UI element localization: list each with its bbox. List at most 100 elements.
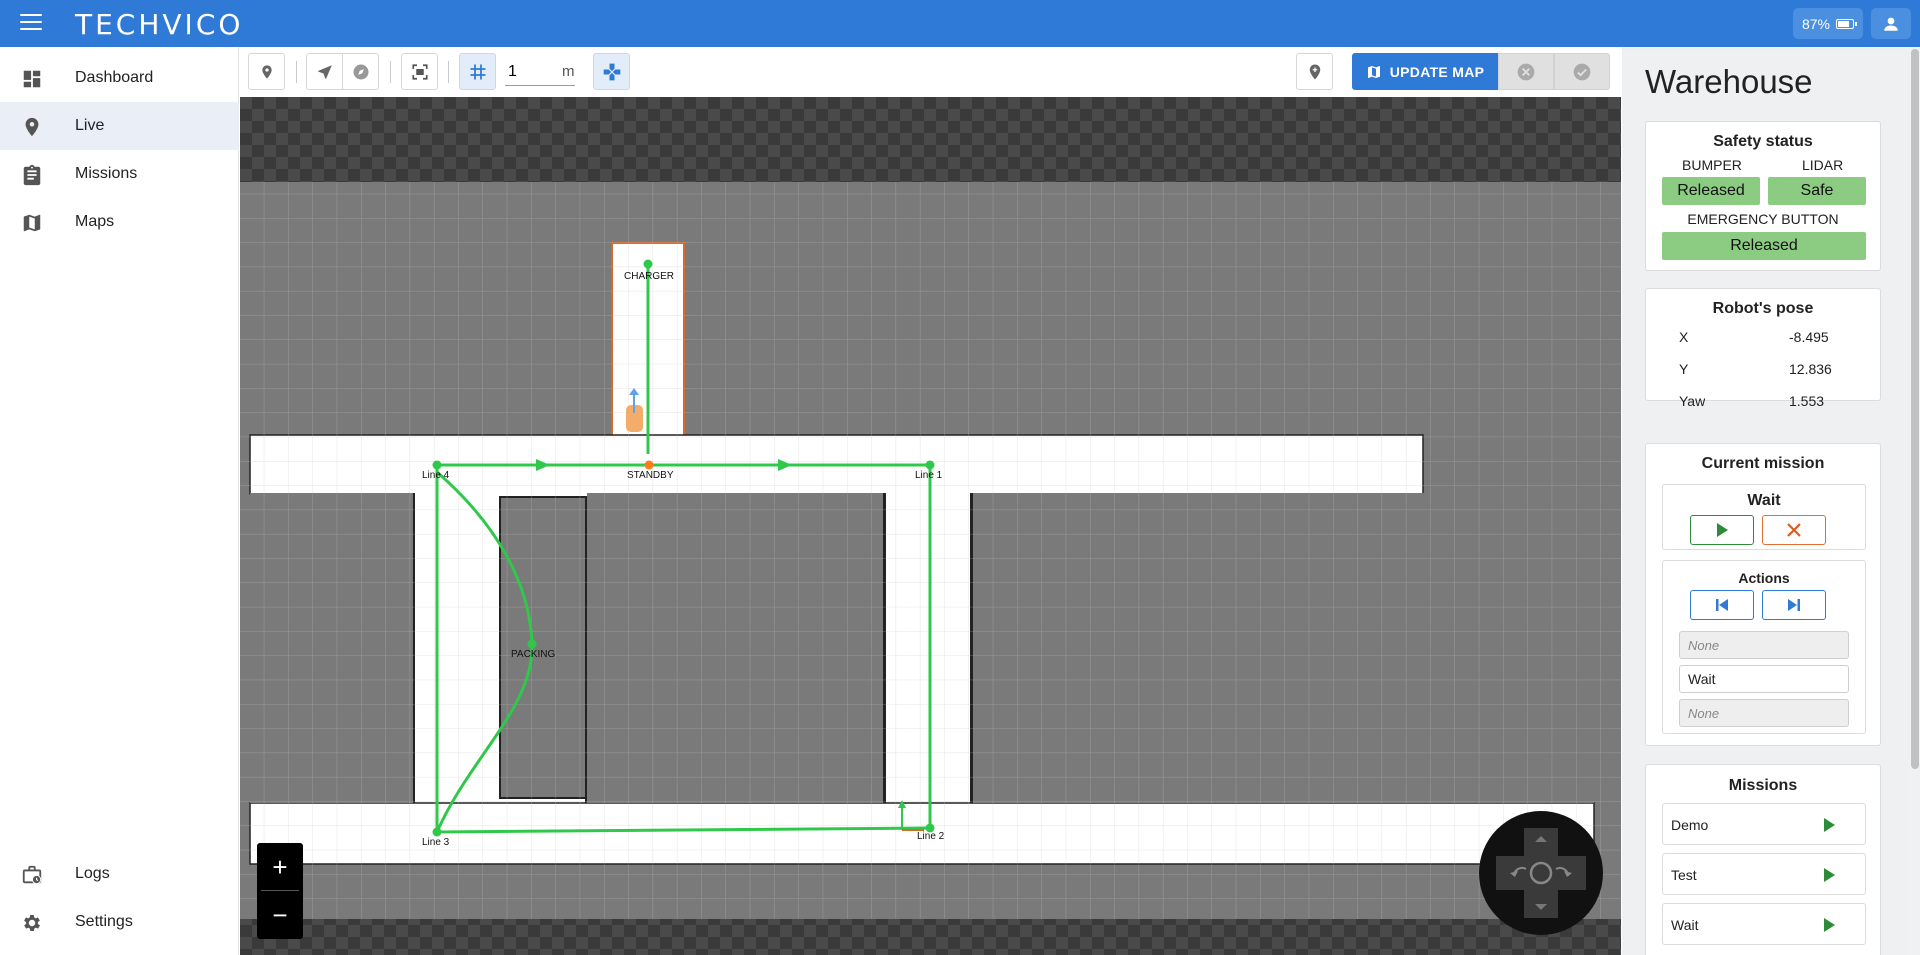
update-map-label: UPDATE MAP xyxy=(1389,63,1485,80)
current-action-field: Wait xyxy=(1679,665,1849,693)
cancel-map-update-button[interactable] xyxy=(1498,53,1554,90)
next-action-button[interactable] xyxy=(1762,590,1826,620)
battery-indicator: 87% xyxy=(1793,8,1863,39)
sidebar-item-logs[interactable]: Logs xyxy=(0,850,239,898)
page-title: Warehouse xyxy=(1645,63,1813,100)
close-icon xyxy=(1787,523,1801,537)
update-map-button[interactable]: UPDATE MAP xyxy=(1352,53,1498,90)
compass-icon xyxy=(353,64,368,79)
marker-label-line3: Line 3 xyxy=(422,837,450,848)
pose-yaw-value: 1.553 xyxy=(1789,393,1825,409)
add-location-icon xyxy=(1309,64,1320,79)
cancel-icon xyxy=(1517,63,1535,80)
grid-icon xyxy=(470,64,485,79)
fit-view-button[interactable] xyxy=(401,53,438,90)
run-mission-button[interactable] xyxy=(1824,868,1835,882)
sidebar-item-label: Logs xyxy=(75,865,110,882)
marker-label-line4: Line 4 xyxy=(422,470,450,481)
mission-item-wait[interactable]: Wait xyxy=(1662,903,1866,945)
pose-y-value: 12.836 xyxy=(1789,361,1832,377)
emergency-button-status-badge: Released xyxy=(1662,232,1866,260)
mission-name: Demo xyxy=(1671,817,1709,833)
sidebar-item-dashboard[interactable]: Dashboard xyxy=(0,54,239,102)
safety-status-card: Safety status BUMPER LIDAR Released Safe… xyxy=(1645,121,1881,271)
marker-label-standby: STANDBY xyxy=(627,470,674,481)
zoom-in-button[interactable]: + xyxy=(257,843,303,891)
resume-mission-button[interactable] xyxy=(1690,515,1754,545)
mission-item-demo[interactable]: Demo xyxy=(1662,803,1866,845)
grid-size-unit: m xyxy=(562,63,575,80)
battery-icon xyxy=(1836,18,1858,29)
marker-label-line2: Line 2 xyxy=(917,831,945,842)
compass-button[interactable] xyxy=(342,53,379,90)
robot-pose-heading: Robot's pose xyxy=(1712,300,1814,317)
previous-action-field: None xyxy=(1679,631,1849,659)
missions-heading: Missions xyxy=(1728,777,1798,794)
mission-item-test[interactable]: Test xyxy=(1662,853,1866,895)
joystick-control[interactable] xyxy=(1479,811,1603,935)
panel-scrollbar[interactable] xyxy=(1910,47,1920,955)
current-mission-card: Current mission Wait Actions None Wait N… xyxy=(1645,443,1881,746)
cancel-mission-button[interactable] xyxy=(1762,515,1826,545)
mission-name: Test xyxy=(1671,867,1697,883)
previous-action-button[interactable] xyxy=(1690,590,1754,620)
robot-pose-card: Robot's pose X -8.495 Y 12.836 Yaw 1.553 xyxy=(1645,288,1881,409)
missions-card: Missions Demo Test Wait xyxy=(1645,764,1881,955)
mission-name: Wait xyxy=(1671,917,1699,933)
marker-label-packing: PACKING xyxy=(511,649,555,660)
sidebar-item-settings[interactable]: Settings xyxy=(0,898,239,946)
sidebar-item-maps[interactable]: Maps xyxy=(0,198,239,246)
joystick-pad-icon xyxy=(1496,828,1586,918)
navigate-button[interactable] xyxy=(306,53,343,90)
run-mission-button[interactable] xyxy=(1824,818,1835,832)
emergency-button-label: EMERGENCY BUTTON xyxy=(1687,211,1839,227)
marker-label-line1: Line 1 xyxy=(915,470,943,481)
sidebar-item-missions[interactable]: Missions xyxy=(0,150,239,198)
clipboard-icon xyxy=(23,164,41,186)
fit-screen-icon xyxy=(411,63,428,80)
lidar-label: LIDAR xyxy=(1802,157,1844,173)
map-canvas[interactable]: CHARGER STANDBY Line 4 Line 1 PACKING Li… xyxy=(240,97,1621,955)
menu-icon[interactable] xyxy=(20,14,42,32)
toolbar-divider xyxy=(390,61,391,83)
zoom-out-button[interactable]: − xyxy=(257,891,303,939)
check-circle-icon xyxy=(1573,63,1591,80)
play-icon xyxy=(1717,523,1728,537)
zoom-control: + − xyxy=(257,843,303,939)
battery-level: 87% xyxy=(1801,15,1831,32)
run-mission-button[interactable] xyxy=(1824,918,1835,932)
sidebar-item-live[interactable]: Live xyxy=(0,102,239,150)
map-icon xyxy=(23,214,41,232)
pose-x-label: X xyxy=(1679,329,1689,345)
bumper-status-badge: Released xyxy=(1662,177,1760,205)
add-marker-button[interactable] xyxy=(1296,53,1333,90)
next-action-field: None xyxy=(1679,699,1849,727)
confirm-map-update-button[interactable] xyxy=(1554,53,1610,90)
toolbar-divider xyxy=(448,61,449,83)
skip-next-icon xyxy=(1788,599,1800,611)
scrollbar-thumb[interactable] xyxy=(1911,49,1919,769)
joystick-toggle-button[interactable] xyxy=(593,53,630,90)
skip-previous-icon xyxy=(1716,599,1728,611)
unknown-area-bottom xyxy=(240,919,1621,955)
robot-status-panel: Warehouse Safety status BUMPER LIDAR Rel… xyxy=(1622,47,1920,955)
current-mission-heading: Current mission xyxy=(1701,455,1825,472)
logs-icon xyxy=(22,865,42,885)
gear-icon xyxy=(24,915,40,931)
user-account-button[interactable] xyxy=(1871,8,1911,39)
location-pin-icon xyxy=(25,117,39,137)
map-marker-icon xyxy=(261,64,272,79)
gamepad-icon xyxy=(603,63,620,80)
sidebar-item-label: Maps xyxy=(75,213,115,230)
map-view: m UPDATE MAP xyxy=(240,47,1621,955)
sidebar-item-label: Missions xyxy=(75,165,138,182)
bumper-label: BUMPER xyxy=(1682,157,1742,173)
unknown-area-top xyxy=(240,97,1621,182)
set-location-button[interactable] xyxy=(248,53,285,90)
app-logo: TECHVICO xyxy=(75,8,244,41)
grid-toggle-button[interactable] xyxy=(459,53,496,90)
sidebar-item-label: Live xyxy=(75,117,105,134)
actions-box: Actions None Wait None xyxy=(1662,560,1866,734)
sidebar-item-label: Dashboard xyxy=(75,69,154,86)
toolbar-divider xyxy=(296,61,297,83)
